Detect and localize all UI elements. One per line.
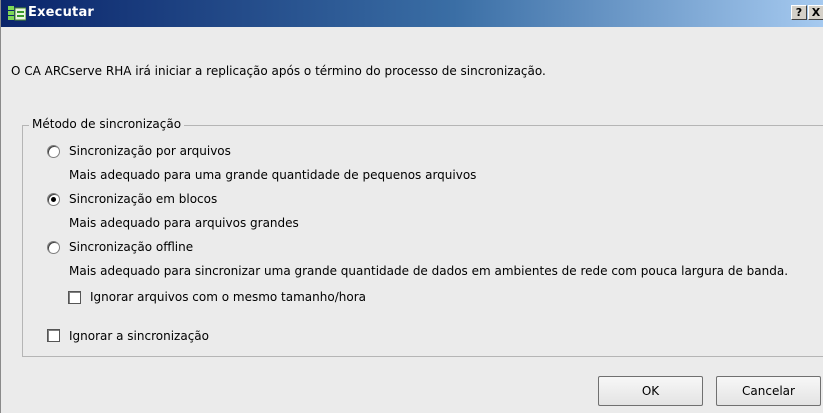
info-message: O CA ARCserve RHA irá iniciar a replicaç…	[11, 64, 546, 78]
ignore-same-size-label[interactable]: Ignorar arquivos com o mesmo tamanho/hor…	[90, 290, 366, 304]
title-bar[interactable]: Executar ? X	[1, 0, 823, 27]
run-dialog: Executar ? X O CA ARCserve RHA irá inici…	[0, 0, 823, 413]
offline-sync-label[interactable]: Sincronização offline	[69, 240, 193, 254]
file-sync-description: Mais adequado para uma grande quantidade…	[69, 168, 477, 182]
file-sync-label[interactable]: Sincronização por arquivos	[69, 144, 231, 158]
offline-sync-radio[interactable]	[47, 241, 60, 254]
ok-button[interactable]: OK	[598, 376, 703, 406]
app-window-icon	[8, 6, 26, 21]
sync-method-group-title: Método de sincronização	[29, 117, 185, 131]
block-sync-radio[interactable]	[47, 193, 60, 206]
ignore-sync-label[interactable]: Ignorar a sincronização	[69, 329, 209, 343]
close-button[interactable]: X	[808, 5, 823, 20]
help-button[interactable]: ?	[791, 5, 807, 20]
block-sync-label[interactable]: Sincronização em blocos	[69, 192, 217, 206]
cancel-button[interactable]: Cancelar	[716, 376, 821, 406]
window-title: Executar	[28, 5, 95, 20]
offline-sync-description: Mais adequado para sincronizar uma grand…	[69, 264, 789, 278]
file-sync-radio[interactable]	[47, 145, 60, 158]
block-sync-description: Mais adequado para arquivos grandes	[69, 216, 299, 230]
ignore-sync-checkbox[interactable]	[47, 329, 60, 342]
ignore-same-size-checkbox[interactable]	[68, 291, 81, 304]
